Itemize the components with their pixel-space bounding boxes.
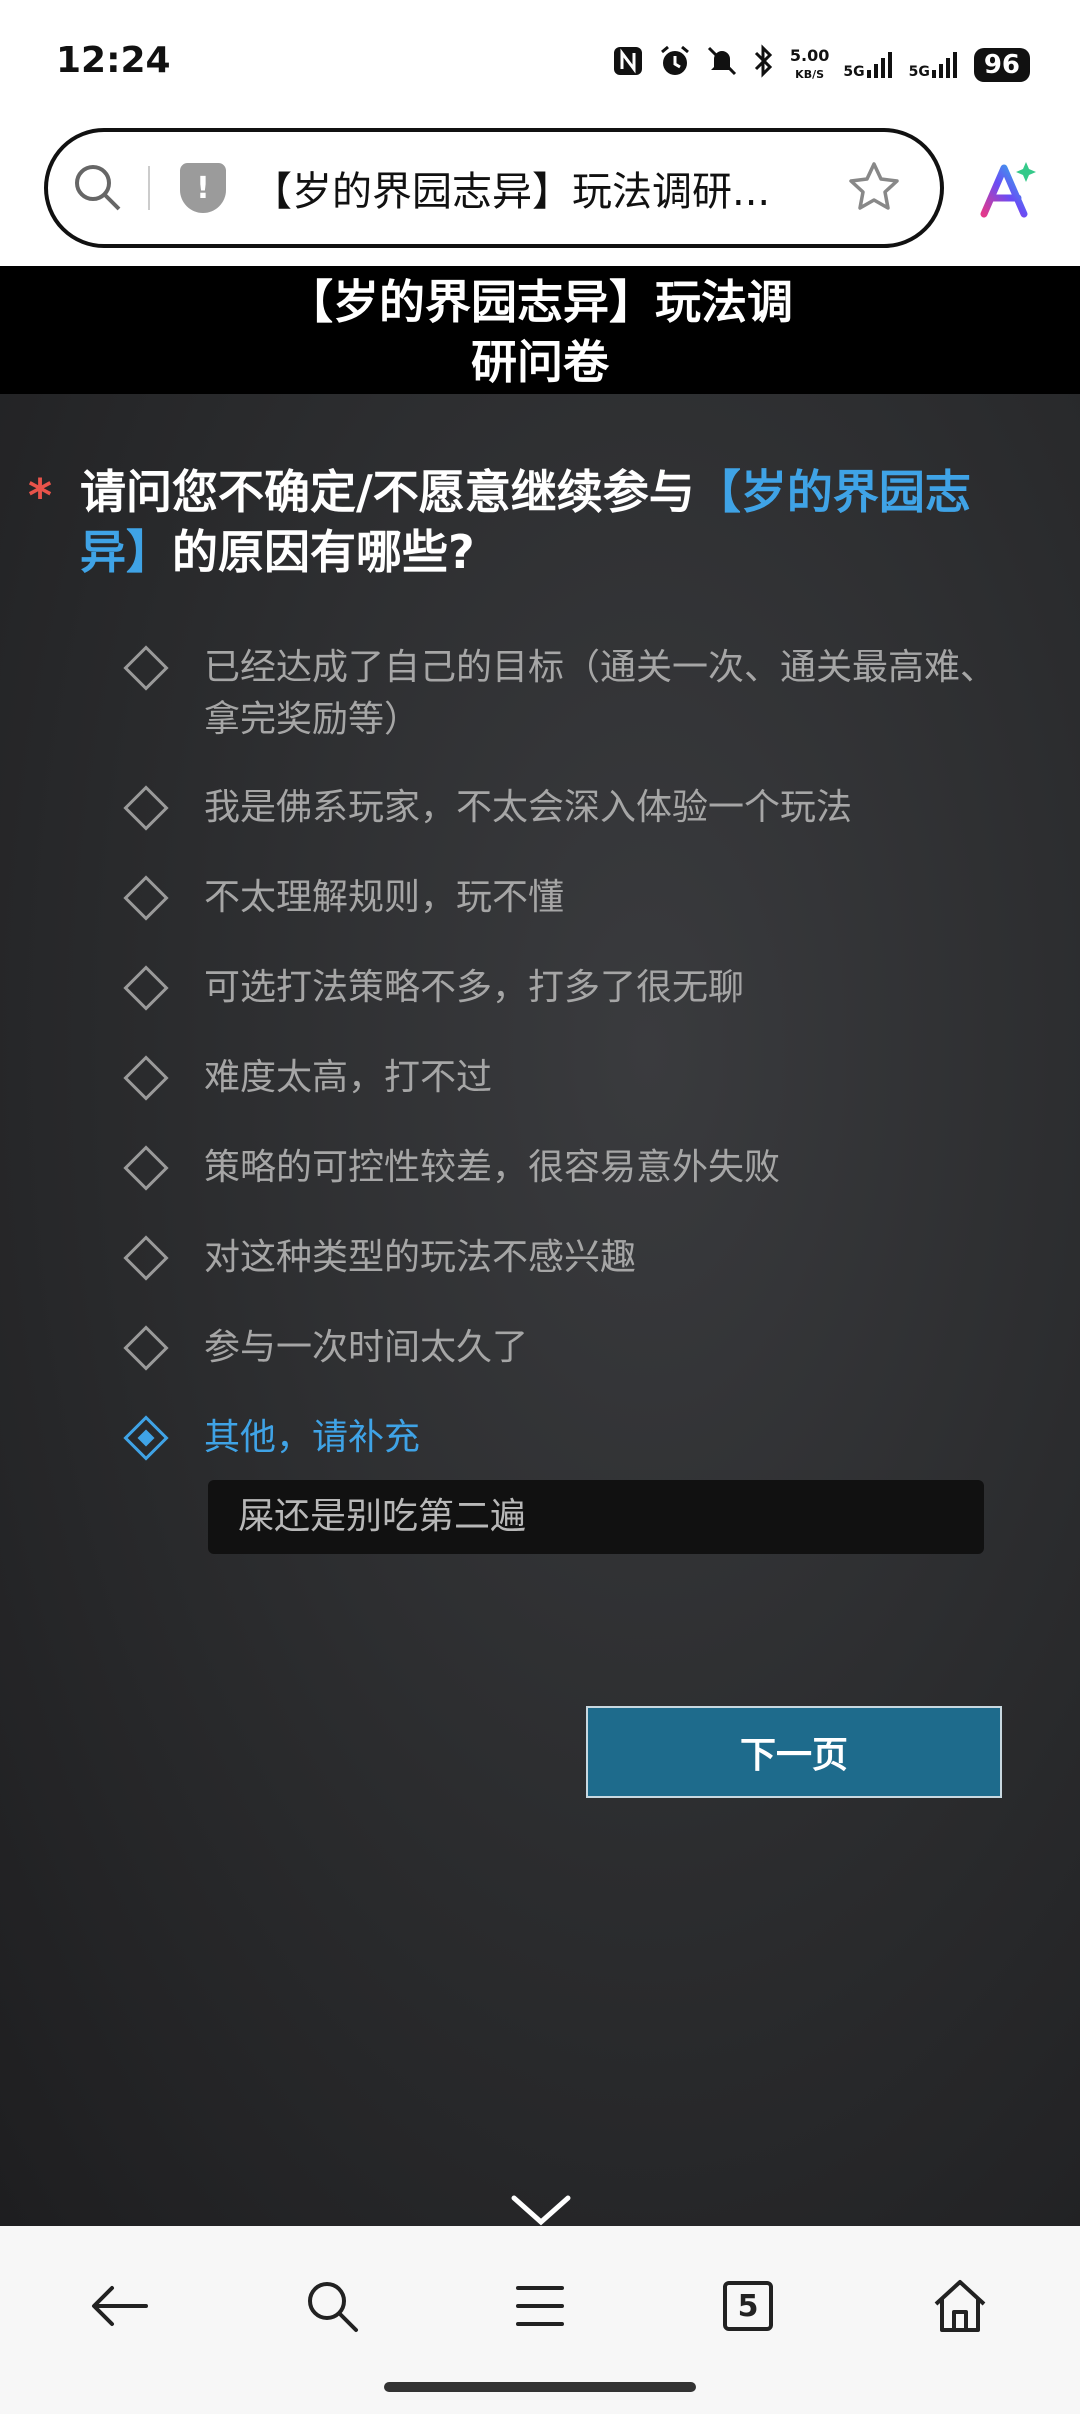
- net-speed: 5.00 KB/S: [789, 46, 830, 81]
- question-title: * 请问您不确定/不愿意继续参与【岁的界园志异】的原因有哪些?: [28, 462, 1028, 582]
- question-text-end: 的原因有哪些?: [172, 525, 475, 579]
- status-bar: 12:24 5.00 KB/S 5G 5G 96: [0, 0, 1080, 120]
- diamond-checkbox-icon[interactable]: [123, 1145, 169, 1191]
- diamond-checkbox-checked-icon[interactable]: [123, 1415, 169, 1461]
- diamond-checkbox-icon[interactable]: [123, 785, 169, 831]
- address-bar[interactable]: ! 【岁的界园志异】玩法调研...: [44, 128, 944, 248]
- option-checkbox[interactable]: 我是佛系玩家，不太会深入体验一个玩法: [120, 782, 1000, 834]
- alarm-icon: [658, 44, 692, 86]
- bottom-navigation: 5: [0, 2226, 1080, 2414]
- diamond-checkbox-icon[interactable]: [123, 645, 169, 691]
- option-label: 策略的可控性较差，很容易意外失败: [204, 1147, 781, 1188]
- diamond-checkbox-icon[interactable]: [123, 1235, 169, 1281]
- option-label: 我是佛系玩家，不太会深入体验一个玩法: [204, 787, 853, 828]
- security-shield-icon[interactable]: !: [180, 163, 226, 213]
- back-arrow-icon[interactable]: [80, 2266, 160, 2346]
- tabs-button[interactable]: 5: [708, 2266, 788, 2346]
- search-icon[interactable]: [48, 161, 148, 215]
- nfc-icon: [612, 45, 644, 85]
- bluetooth-icon: [752, 44, 776, 86]
- search-icon[interactable]: [292, 2266, 372, 2346]
- option-label: 参与一次时间太久了: [204, 1327, 529, 1368]
- chevron-down-icon[interactable]: [510, 2194, 572, 2230]
- option-label: 对这种类型的玩法不感兴趣: [204, 1237, 637, 1278]
- option-checkbox[interactable]: 参与一次时间太久了: [120, 1322, 1000, 1374]
- option-checkbox-other[interactable]: 其他，请补充: [120, 1412, 1000, 1464]
- diamond-checkbox-icon[interactable]: [123, 965, 169, 1011]
- address-title[interactable]: 【岁的界园志异】玩法调研...: [252, 159, 812, 217]
- address-separator: [148, 166, 150, 210]
- diamond-checkbox-icon[interactable]: [123, 1325, 169, 1371]
- diamond-checkbox-icon[interactable]: [123, 875, 169, 921]
- option-checkbox[interactable]: 已经达成了自己的目标（通关一次、通关最高难、拿完奖励等）: [120, 642, 1000, 746]
- signal-5g-icon: 5G: [843, 50, 894, 80]
- page-title: 【岁的界园志异】玩法调 研问卷: [0, 266, 1080, 394]
- survey-page: 【岁的界园志异】玩法调 研问卷 * 请问您不确定/不愿意继续参与【岁的界园志异】…: [0, 266, 1080, 2226]
- gesture-home-bar[interactable]: [384, 2382, 696, 2392]
- option-label: 可选打法策略不多，打多了很无聊: [204, 967, 745, 1008]
- signal-5g-icon-2: 5G: [909, 50, 960, 80]
- bookmark-star-icon[interactable]: [844, 158, 904, 222]
- next-page-button[interactable]: 下一页: [586, 1706, 1002, 1798]
- diamond-checkbox-icon[interactable]: [123, 1055, 169, 1101]
- option-checkbox[interactable]: 策略的可控性较差，很容易意外失败: [120, 1142, 1000, 1194]
- home-icon[interactable]: [920, 2266, 1000, 2346]
- option-checkbox[interactable]: 不太理解规则，玩不懂: [120, 872, 1000, 924]
- question-text: 请问您不确定/不愿意继续参与: [80, 465, 695, 519]
- option-label: 不太理解规则，玩不懂: [204, 877, 565, 918]
- status-time: 12:24: [56, 40, 171, 81]
- tab-count: 5: [723, 2281, 773, 2331]
- required-star: *: [28, 469, 53, 523]
- option-checkbox[interactable]: 可选打法策略不多，打多了很无聊: [120, 962, 1000, 1014]
- status-icons: 5.00 KB/S 5G 5G 96: [612, 44, 1030, 86]
- option-checkbox[interactable]: 对这种类型的玩法不感兴趣: [120, 1232, 1000, 1284]
- option-label: 已经达成了自己的目标（通关一次、通关最高难、拿完奖励等）: [204, 647, 997, 740]
- ai-assistant-icon[interactable]: [976, 158, 1040, 237]
- other-reason-input[interactable]: [208, 1480, 984, 1554]
- option-label: 难度太高，打不过: [204, 1057, 493, 1098]
- option-label: 其他，请补充: [204, 1417, 421, 1458]
- battery-indicator: 96: [973, 48, 1030, 82]
- mute-bell-icon: [706, 45, 738, 85]
- option-checkbox[interactable]: 难度太高，打不过: [120, 1052, 1000, 1104]
- menu-icon[interactable]: [500, 2266, 580, 2346]
- browser-toolbar: ! 【岁的界园志异】玩法调研...: [0, 120, 1080, 266]
